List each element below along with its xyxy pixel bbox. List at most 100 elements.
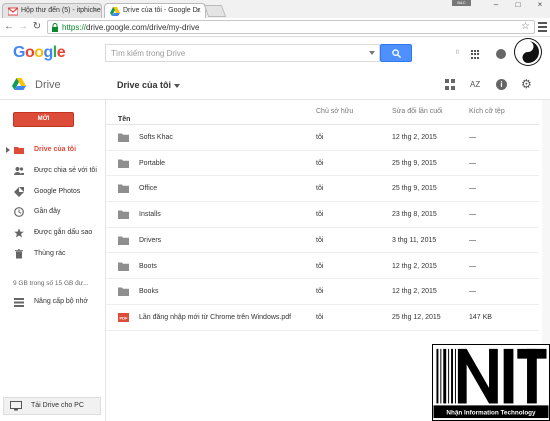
- table-row[interactable]: Drivers tôi 3 thg 11, 2015 —: [106, 228, 539, 254]
- star-icon: [14, 228, 24, 238]
- file-name: Drivers: [139, 236, 162, 244]
- upgrade-label: Nâng cấp bộ nhớ: [34, 298, 89, 305]
- info-icon[interactable]: i: [496, 79, 507, 90]
- google-header: Google Tìm kiếm trong Drive lt: [0, 37, 550, 68]
- search-button[interactable]: [380, 44, 412, 62]
- sidebar: MỚI Drive của tôi Được chia sẻ với tôi G…: [0, 100, 106, 421]
- file-size: —: [469, 134, 476, 141]
- table-row[interactable]: Boots tôi 12 thg 2, 2015 —: [106, 254, 539, 280]
- new-tab-button[interactable]: [203, 5, 227, 17]
- search-options-icon[interactable]: [369, 51, 375, 55]
- download-label: Tải Drive cho PC: [31, 402, 84, 409]
- close-icon[interactable]: ×: [196, 6, 201, 15]
- table-header: Tên ↓ Chủ sở hữu Sửa đổi lần cuối Kích c…: [106, 100, 539, 125]
- browser-menu-icon[interactable]: [538, 22, 547, 34]
- file-modified: 12 thg 2, 2015: [392, 288, 437, 296]
- drive-logo-icon[interactable]: [12, 78, 26, 90]
- storage-icon: [14, 298, 24, 307]
- file-modified: 25 thg 9, 2015: [392, 185, 437, 193]
- search-placeholder: Tìm kiếm trong Drive: [111, 49, 186, 58]
- file-name: Boots: [139, 262, 157, 270]
- file-name: Office: [139, 185, 158, 193]
- sidebar-item-shared[interactable]: Được chia sẻ với tôi: [0, 161, 106, 182]
- search-icon: [392, 49, 401, 58]
- sidebar-item-label: Được gắn dấu sao: [34, 229, 93, 237]
- upgrade-storage-link[interactable]: Nâng cấp bộ nhớ: [0, 296, 106, 310]
- sidebar-item-label: Gần đây: [34, 208, 61, 216]
- folder-icon: [118, 236, 129, 245]
- sidebar-item-trash[interactable]: Thùng rác: [0, 244, 106, 265]
- file-name: Installs: [139, 211, 161, 219]
- pdf-file-icon: PDF: [118, 312, 129, 322]
- minimize-icon[interactable]: –: [490, 0, 502, 9]
- file-owner: tôi: [316, 211, 324, 219]
- tab-gmail[interactable]: Hộp thư đến (5) - itphiche ×: [2, 3, 102, 18]
- url-path: drive.google.com/drive/my-drive: [86, 23, 200, 32]
- drive-title: Drive: [35, 79, 61, 91]
- folder-icon: [118, 262, 129, 271]
- sort-arrow-icon: ↓: [118, 116, 122, 123]
- tab-drive[interactable]: Drive của tôi - Google Dr ×: [104, 3, 206, 18]
- column-size-header[interactable]: Kích cỡ tệp: [469, 108, 505, 115]
- tab-gmail-label: Hộp thư đến (5) - itphiche: [21, 7, 101, 14]
- nit-watermark-logo: Nhận Information Technology: [432, 344, 550, 421]
- maximize-icon[interactable]: □: [512, 0, 524, 9]
- sidebar-item-label: Google Photos: [34, 187, 81, 195]
- file-size: 147 KB: [469, 313, 492, 321]
- file-owner: tôi: [316, 262, 324, 270]
- window-close-icon[interactable]: ×: [534, 0, 546, 9]
- bookmark-star-icon[interactable]: ☆: [521, 21, 530, 32]
- expand-arrow-icon[interactable]: [6, 147, 10, 153]
- table-row[interactable]: Office tôi 25 thg 9, 2015 —: [106, 176, 539, 203]
- gear-icon[interactable]: ⚙: [521, 77, 532, 91]
- file-owner: tôi: [316, 185, 324, 193]
- table-row[interactable]: Books tôi 12 thg 2, 2015 —: [106, 279, 539, 305]
- file-owner: tôi: [316, 313, 324, 321]
- chevron-down-icon: [174, 83, 181, 88]
- new-button[interactable]: MỚI: [13, 112, 74, 127]
- drive-toolbar: Drive Drive của tôi AZ i ⚙: [0, 68, 550, 100]
- forward-icon[interactable]: →: [17, 21, 29, 32]
- lock-icon: [52, 23, 58, 32]
- sidebar-item-photos[interactable]: Google Photos: [0, 182, 106, 203]
- sidebar-item-starred[interactable]: Được gắn dấu sao: [0, 223, 106, 244]
- google-logo[interactable]: Google: [13, 44, 66, 62]
- search-input[interactable]: Tìm kiếm trong Drive: [105, 44, 380, 62]
- sidebar-item-recent[interactable]: Gần đây: [0, 202, 106, 223]
- file-size: —: [469, 159, 476, 167]
- column-owner-header[interactable]: Chủ sở hữu: [316, 108, 353, 115]
- file-modified: 25 thg 12, 2015: [392, 313, 441, 321]
- avatar[interactable]: [514, 38, 542, 66]
- file-owner: tôi: [316, 159, 324, 167]
- back-icon[interactable]: ←: [3, 21, 15, 32]
- table-row[interactable]: Portable tôi 25 thg 9, 2015 —: [106, 151, 539, 177]
- sidebar-item-my-drive[interactable]: Drive của tôi: [0, 140, 106, 161]
- apps-grid-icon[interactable]: [471, 50, 480, 59]
- grid-view-icon[interactable]: [445, 79, 456, 90]
- storage-usage: 9 GB trong số 15 GB đư...: [13, 280, 89, 287]
- table-row[interactable]: Softs Khac tôi 12 thg 2, 2015 —: [106, 125, 539, 151]
- svg-text:Nhận Information Technology: Nhận Information Technology: [446, 410, 536, 417]
- drive-folder-icon: [14, 147, 24, 154]
- file-size: —: [469, 211, 476, 219]
- file-modified: 25 thg 9, 2015: [392, 159, 437, 167]
- sort-az-icon[interactable]: AZ: [470, 80, 481, 91]
- table-row[interactable]: Installs tôi 23 thg 8, 2015 —: [106, 202, 539, 228]
- tab-drive-label: Drive của tôi - Google Dr: [123, 7, 201, 14]
- table-row[interactable]: PDF Lần đăng nhập mới từ Chrome trên Win…: [106, 305, 539, 331]
- current-folder-dropdown[interactable]: Drive của tôi: [117, 80, 181, 90]
- download-drive-button[interactable]: Tải Drive cho PC: [3, 397, 101, 415]
- file-size: —: [469, 236, 476, 244]
- file-modified: 12 thg 2, 2015: [392, 262, 437, 270]
- file-owner: tôi: [316, 134, 324, 141]
- language-hint[interactable]: lt: [456, 50, 459, 56]
- column-modified-header[interactable]: Sửa đổi lần cuối: [392, 108, 443, 115]
- clock-icon: [14, 207, 24, 218]
- reload-icon[interactable]: ↻: [31, 21, 43, 32]
- sidebar-item-label: Thùng rác: [34, 249, 66, 257]
- close-icon[interactable]: ×: [92, 6, 97, 15]
- notifications-icon[interactable]: [496, 49, 506, 59]
- file-owner: tôi: [316, 288, 324, 296]
- gmail-icon: [8, 7, 18, 16]
- url-input[interactable]: https://drive.google.com/drive/my-drive …: [47, 20, 535, 34]
